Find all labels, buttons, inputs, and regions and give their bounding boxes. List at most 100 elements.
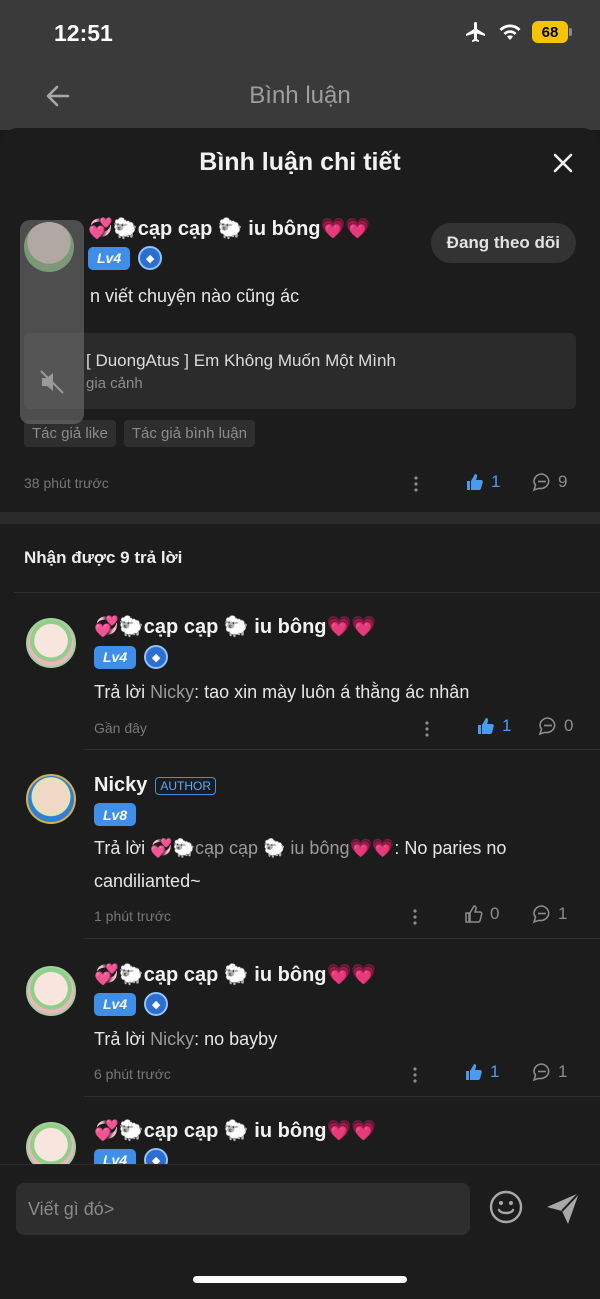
reply-count: 9 bbox=[558, 472, 568, 491]
thumbs-up-icon bbox=[467, 474, 483, 490]
like-button[interactable]: 1 bbox=[465, 472, 500, 492]
more-options-icon[interactable] bbox=[412, 908, 418, 926]
more-options-icon[interactable] bbox=[413, 475, 419, 493]
reply-prefix: Trả lời bbox=[94, 1029, 151, 1049]
like-count: 1 bbox=[490, 1062, 500, 1081]
diamond-badge-icon: ◆ bbox=[144, 645, 169, 669]
diamond-badge-icon: ◆ bbox=[144, 992, 169, 1016]
reply-text: Trả lời 💞🐑cạp cạp 🐑 iu bông💗💗: No paries… bbox=[94, 832, 584, 898]
reply-time: 6 phút trước bbox=[94, 1066, 171, 1082]
tag-author-like: Tác giả like bbox=[24, 420, 116, 447]
comment-text: n viết chuyện nào cũng ác bbox=[90, 286, 300, 306]
floating-video-player[interactable] bbox=[20, 220, 84, 424]
home-indicator[interactable] bbox=[193, 1276, 407, 1283]
reply-count: 1 bbox=[558, 1062, 568, 1081]
level-badge: Lv4 bbox=[88, 246, 131, 270]
reply-item: 💞🐑cạp cạp 🐑 iu bông💗💗 Lv4 ◆ Trả lời Nick… bbox=[0, 950, 600, 1100]
reply-time: 1 phút trước bbox=[94, 908, 171, 924]
mute-icon[interactable] bbox=[38, 368, 66, 396]
user-name[interactable]: 💞🐑cạp cạp 🐑 iu bông💗💗 bbox=[94, 962, 376, 987]
user-name[interactable]: 💞🐑cạp cạp 🐑 iu bông💗💗 bbox=[94, 1118, 376, 1143]
mention-link[interactable]: 💞🐑cạp cạp 🐑 iu bông💗💗 bbox=[150, 838, 394, 858]
comment-time: 38 phút trước bbox=[24, 475, 109, 491]
author-name[interactable]: Nicky bbox=[94, 774, 147, 796]
story-card[interactable]: [ DuongAtus ] Em Không Muốn Một Mình gia… bbox=[24, 333, 576, 409]
divider bbox=[14, 592, 600, 593]
mention-link[interactable]: Nicky bbox=[150, 682, 194, 702]
reply-text: Trả lời Nicky: tao xin mày luôn á thằng … bbox=[94, 676, 584, 709]
reply-item: 💞🐑cạp cạp 🐑 iu bông💗💗 Lv4 ◆ bbox=[0, 1106, 600, 1172]
status-icons: 68 bbox=[464, 20, 572, 44]
reply-prefix: Trả lời bbox=[94, 682, 151, 702]
author-badge: AUTHOR bbox=[155, 776, 217, 795]
avatar[interactable] bbox=[26, 618, 76, 668]
badge-row: Lv4 ◆ bbox=[88, 246, 163, 270]
comment-bubble-icon bbox=[538, 717, 556, 736]
page-title: Bình luận bbox=[249, 82, 351, 109]
avatar[interactable] bbox=[26, 774, 76, 824]
like-button[interactable]: 0 bbox=[464, 904, 499, 924]
mention-link[interactable]: Nicky bbox=[150, 1029, 194, 1049]
divider bbox=[84, 749, 600, 750]
close-icon[interactable] bbox=[552, 152, 574, 174]
divider bbox=[84, 1096, 600, 1097]
main-comment: 💞🐑cạp cạp 🐑 iu bông💗💗 Lv4 ◆ Đang theo dõ… bbox=[0, 208, 600, 508]
comment-meta: 38 phút trước 1 9 bbox=[24, 472, 576, 496]
more-options-icon[interactable] bbox=[412, 1066, 418, 1084]
like-count: 0 bbox=[490, 904, 500, 923]
emoji-icon[interactable] bbox=[488, 1189, 524, 1225]
reply-body: : tao xin mày luôn á thằng ác nhân bbox=[194, 682, 470, 702]
user-name[interactable]: Nicky AUTHOR bbox=[94, 774, 217, 797]
section-divider bbox=[0, 512, 600, 524]
like-button[interactable]: 1 bbox=[464, 1062, 499, 1082]
reply-count-button[interactable]: 1 bbox=[532, 904, 567, 924]
tag-author-comment: Tác giả bình luận bbox=[123, 420, 255, 447]
following-button[interactable]: Đang theo dõi bbox=[430, 223, 576, 263]
reply-text: Trả lời Nicky: no bayby bbox=[94, 1023, 584, 1056]
send-icon[interactable] bbox=[544, 1189, 582, 1227]
thumbs-up-icon bbox=[465, 905, 483, 923]
reply-count-button[interactable]: 1 bbox=[532, 1062, 567, 1082]
reply-body: : no bayby bbox=[194, 1029, 278, 1049]
reply-count: 0 bbox=[564, 716, 574, 735]
like-count: 1 bbox=[502, 716, 512, 735]
story-title: [ DuongAtus ] Em Không Muốn Một Mình bbox=[86, 351, 396, 370]
battery-icon: 68 bbox=[532, 21, 572, 43]
badge-row: Lv8 bbox=[94, 803, 137, 826]
avatar[interactable] bbox=[26, 966, 76, 1016]
status-time: 12:51 bbox=[54, 20, 113, 46]
comment-detail-sheet: Bình luận chi tiết 💞🐑cạp cạp 🐑 iu bông💗💗… bbox=[0, 128, 600, 1299]
diamond-badge-icon: ◆ bbox=[138, 246, 163, 270]
comment-bubble-icon bbox=[532, 905, 550, 924]
level-badge: Lv8 bbox=[94, 803, 137, 826]
comment-bubble-icon bbox=[532, 1063, 550, 1082]
reply-count: 1 bbox=[558, 904, 568, 923]
replies-header: Nhận được 9 trả lời bbox=[24, 548, 183, 567]
user-name[interactable]: 💞🐑cạp cạp 🐑 iu bông💗💗 bbox=[94, 614, 376, 639]
like-button[interactable]: 1 bbox=[476, 716, 511, 736]
thumbs-up-icon bbox=[466, 1064, 482, 1080]
comment-input[interactable] bbox=[16, 1183, 470, 1235]
tag-list: Tác giả like Tác giả bình luận bbox=[24, 420, 255, 447]
level-badge: Lv4 bbox=[94, 992, 137, 1016]
status-bar: 12:51 68 bbox=[0, 0, 600, 64]
reply-count-button[interactable]: 0 bbox=[538, 716, 573, 736]
badge-row: Lv4 ◆ bbox=[94, 992, 169, 1016]
divider bbox=[84, 938, 600, 939]
page-header: Bình luận bbox=[0, 64, 600, 130]
badge-row: Lv4 ◆ bbox=[94, 645, 169, 669]
reply-time: Gần đây bbox=[94, 720, 147, 736]
thumbs-up-icon bbox=[478, 718, 494, 734]
sheet-title: Bình luận chi tiết bbox=[199, 148, 401, 176]
like-count: 1 bbox=[491, 472, 501, 491]
comment-bubble-icon bbox=[532, 473, 550, 492]
more-options-icon[interactable] bbox=[424, 720, 430, 738]
airplane-icon bbox=[466, 22, 485, 42]
level-badge: Lv4 bbox=[94, 645, 137, 669]
story-subtitle: gia cảnh bbox=[86, 375, 143, 392]
reply-item: Nicky AUTHOR Lv8 Trả lời 💞🐑cạp cạp 🐑 iu b… bbox=[0, 758, 600, 939]
reply-prefix: Trả lời bbox=[94, 838, 151, 858]
user-name[interactable]: 💞🐑cạp cạp 🐑 iu bông💗💗 bbox=[88, 216, 370, 241]
reply-count-button[interactable]: 9 bbox=[532, 472, 567, 492]
reply-item: 💞🐑cạp cạp 🐑 iu bông💗💗 Lv4 ◆ Trả lời Nick… bbox=[0, 608, 600, 758]
